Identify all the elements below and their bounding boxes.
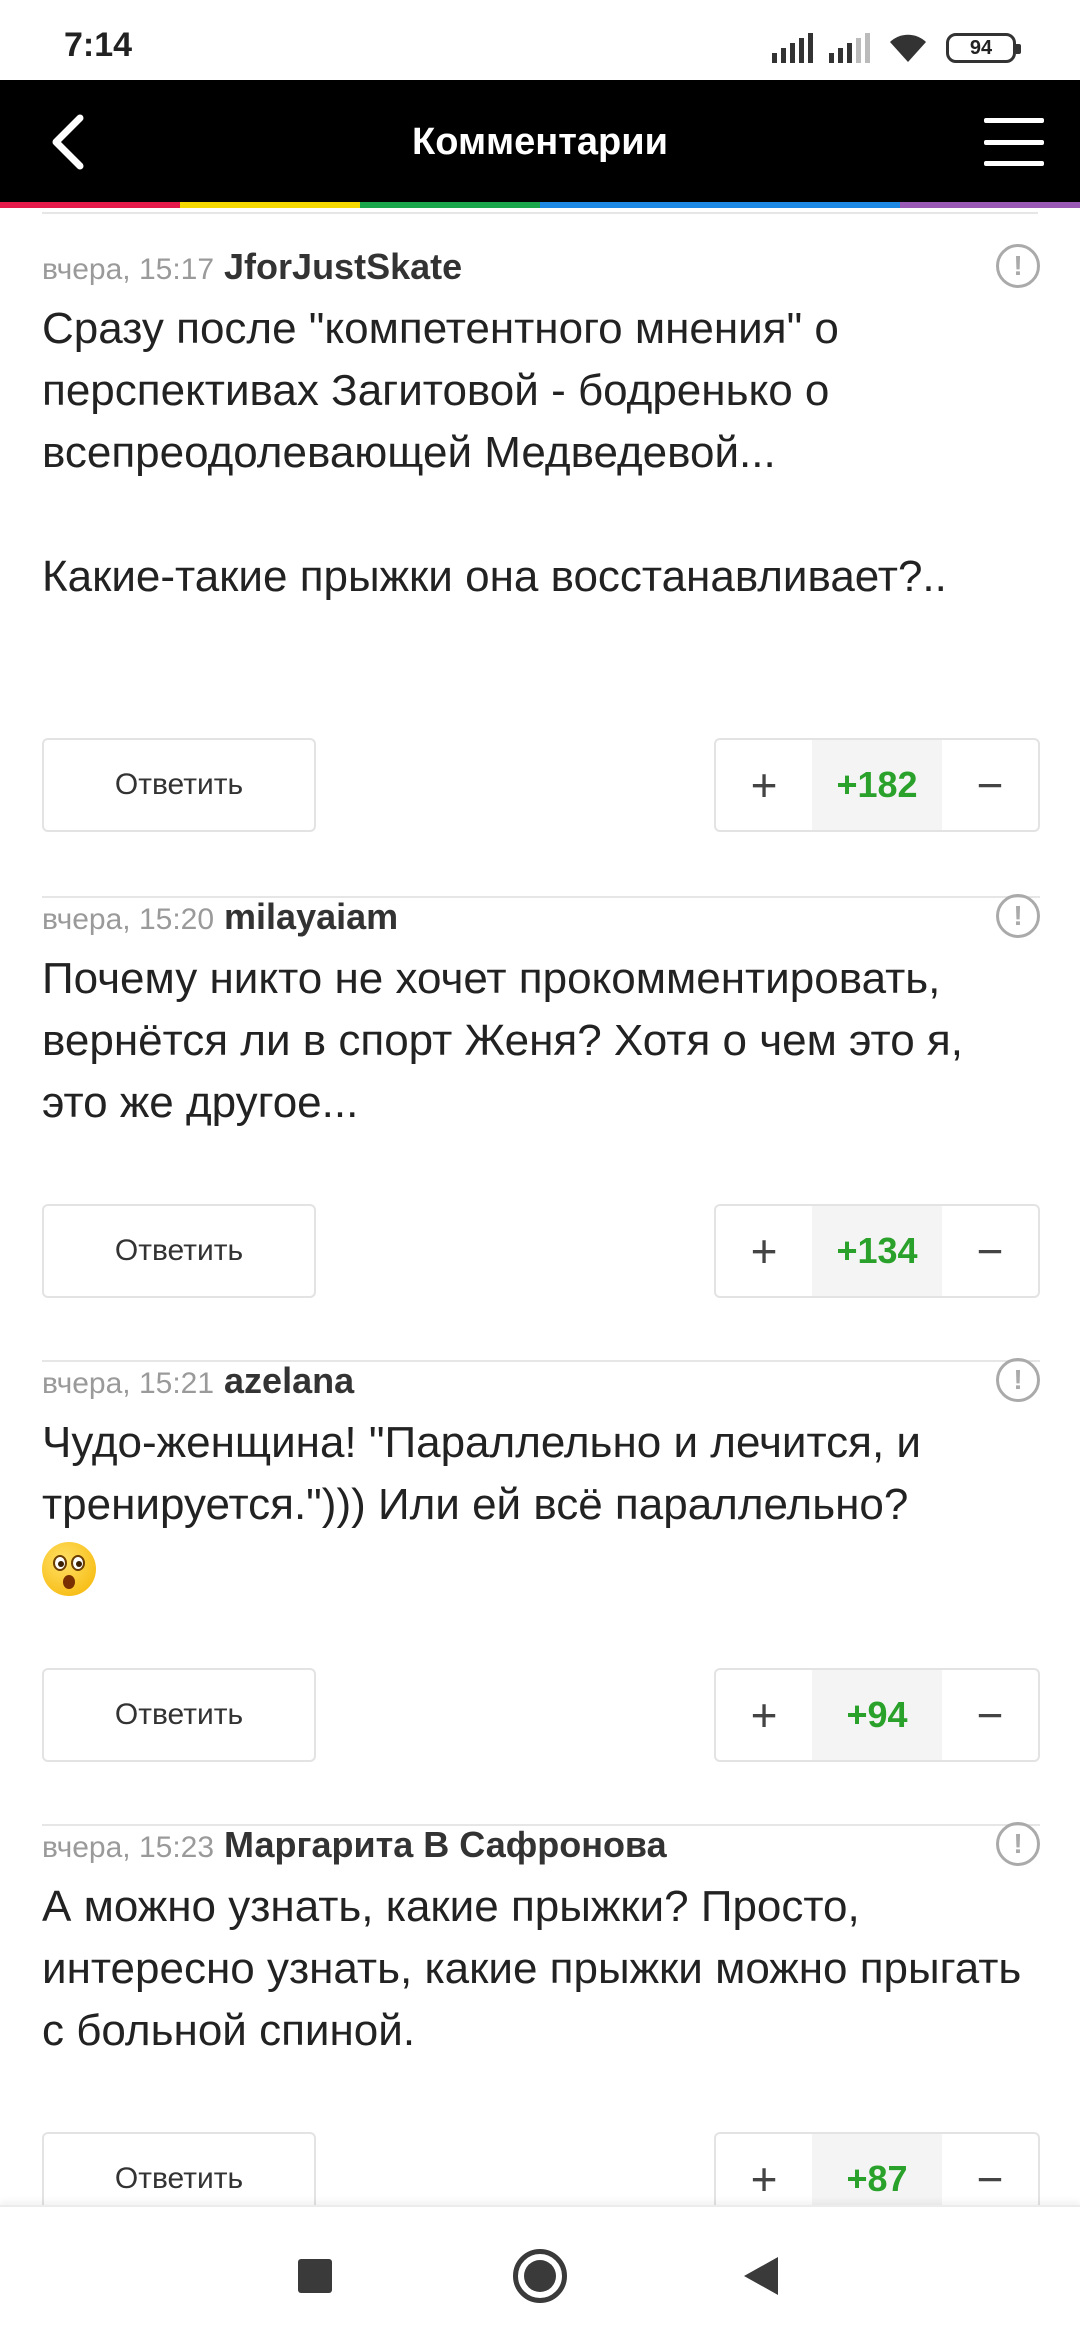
vote-control: + +182 − [714, 738, 1040, 832]
comment-time: вчера, 15:21 [42, 1367, 215, 1400]
wifi-icon [890, 34, 926, 62]
vote-score: +182 [812, 740, 942, 830]
status-time: 7:14 [64, 26, 133, 64]
report-icon[interactable]: ! [996, 1358, 1040, 1402]
vote-score: +94 [812, 1670, 942, 1760]
comment-text: А можно узнать, какие прыжки? Просто, ин… [42, 1882, 1034, 2055]
comment-time: вчера, 15:20 [42, 903, 215, 936]
status-bar: 7:14 94 [0, 0, 1080, 80]
flushed-face-emoji [42, 1542, 96, 1597]
downvote-button[interactable]: − [942, 740, 1038, 830]
signal-icon [772, 33, 813, 63]
upvote-button[interactable]: + [716, 1670, 812, 1760]
comment-author[interactable]: Маргарита В Сафронова [224, 1824, 667, 1866]
signal-weak-icon [829, 33, 870, 63]
downvote-button[interactable]: − [942, 1206, 1038, 1296]
downvote-button[interactable]: − [942, 2134, 1038, 2205]
status-icons: 94 [772, 30, 1021, 66]
comment-meta: вчера, 15:21 azelana [42, 1360, 354, 1402]
upvote-button[interactable]: + [716, 740, 812, 830]
comment-item: вчера, 15:23 Маргарита В Сафронова ! А м… [42, 1822, 1040, 2205]
vote-control: + +94 − [714, 1668, 1040, 1762]
comments-list[interactable]: вчера, 15:17 JforJustSkate ! Сразу после… [0, 212, 1080, 2205]
comment-author[interactable]: azelana [224, 1360, 354, 1402]
hamburger-menu-icon[interactable] [984, 118, 1044, 166]
comment-text-body: Чудо-женщина! "Параллельно и лечится, и … [42, 1418, 934, 1529]
divider [42, 212, 1038, 214]
upvote-button[interactable]: + [716, 1206, 812, 1296]
comment-meta: вчера, 15:23 Маргарита В Сафронова [42, 1824, 667, 1866]
comment-author[interactable]: JforJustSkate [224, 246, 462, 288]
comment-time: вчера, 15:17 [42, 253, 215, 286]
chevron-left-icon [52, 114, 84, 170]
comment-text: Почему никто не хочет прокомментировать,… [42, 954, 976, 1127]
vote-score: +134 [812, 1206, 942, 1296]
battery-icon: 94 [946, 33, 1021, 63]
report-icon[interactable]: ! [996, 1822, 1040, 1866]
upvote-button[interactable]: + [716, 2134, 812, 2205]
battery-level: 94 [969, 36, 993, 59]
comment-author[interactable]: milayaiam [224, 896, 398, 938]
report-icon[interactable]: ! [996, 244, 1040, 288]
back-triangle-icon[interactable] [744, 2257, 778, 2295]
comment-time: вчера, 15:23 [42, 1831, 215, 1864]
vote-control: + +87 − [714, 2132, 1040, 2205]
vote-score: +87 [812, 2134, 942, 2205]
reply-button[interactable]: Ответить [42, 738, 316, 832]
back-button[interactable] [36, 110, 100, 174]
comment-item: вчера, 15:17 JforJustSkate ! Сразу после… [42, 244, 1040, 898]
report-icon[interactable]: ! [996, 894, 1040, 938]
comment-item: вчера, 15:20 milayaiam ! Почему никто не… [42, 894, 1040, 1362]
home-circle-icon[interactable] [513, 2249, 567, 2303]
comment-meta: вчера, 15:17 JforJustSkate [42, 246, 462, 288]
header-accent-stripe [0, 202, 1080, 208]
comment-text: Чудо-женщина! "Параллельно и лечится, и … [42, 1412, 1032, 1598]
reply-button[interactable]: Ответить [42, 1668, 316, 1762]
reply-button[interactable]: Ответить [42, 2132, 316, 2205]
downvote-button[interactable]: − [942, 1670, 1038, 1760]
comment-meta: вчера, 15:20 milayaiam [42, 896, 398, 938]
comment-text: Сразу после "компетентного мнения" о пер… [42, 304, 947, 601]
vote-control: + +134 − [714, 1204, 1040, 1298]
app-header: Комментарии [0, 80, 1080, 204]
recents-square-icon[interactable] [298, 2259, 332, 2293]
comment-item: вчера, 15:21 azelana ! Чудо-женщина! "Па… [42, 1358, 1040, 1826]
system-nav-bar [0, 2205, 1080, 2340]
page-title: Комментарии [412, 121, 668, 163]
reply-button[interactable]: Ответить [42, 1204, 316, 1298]
